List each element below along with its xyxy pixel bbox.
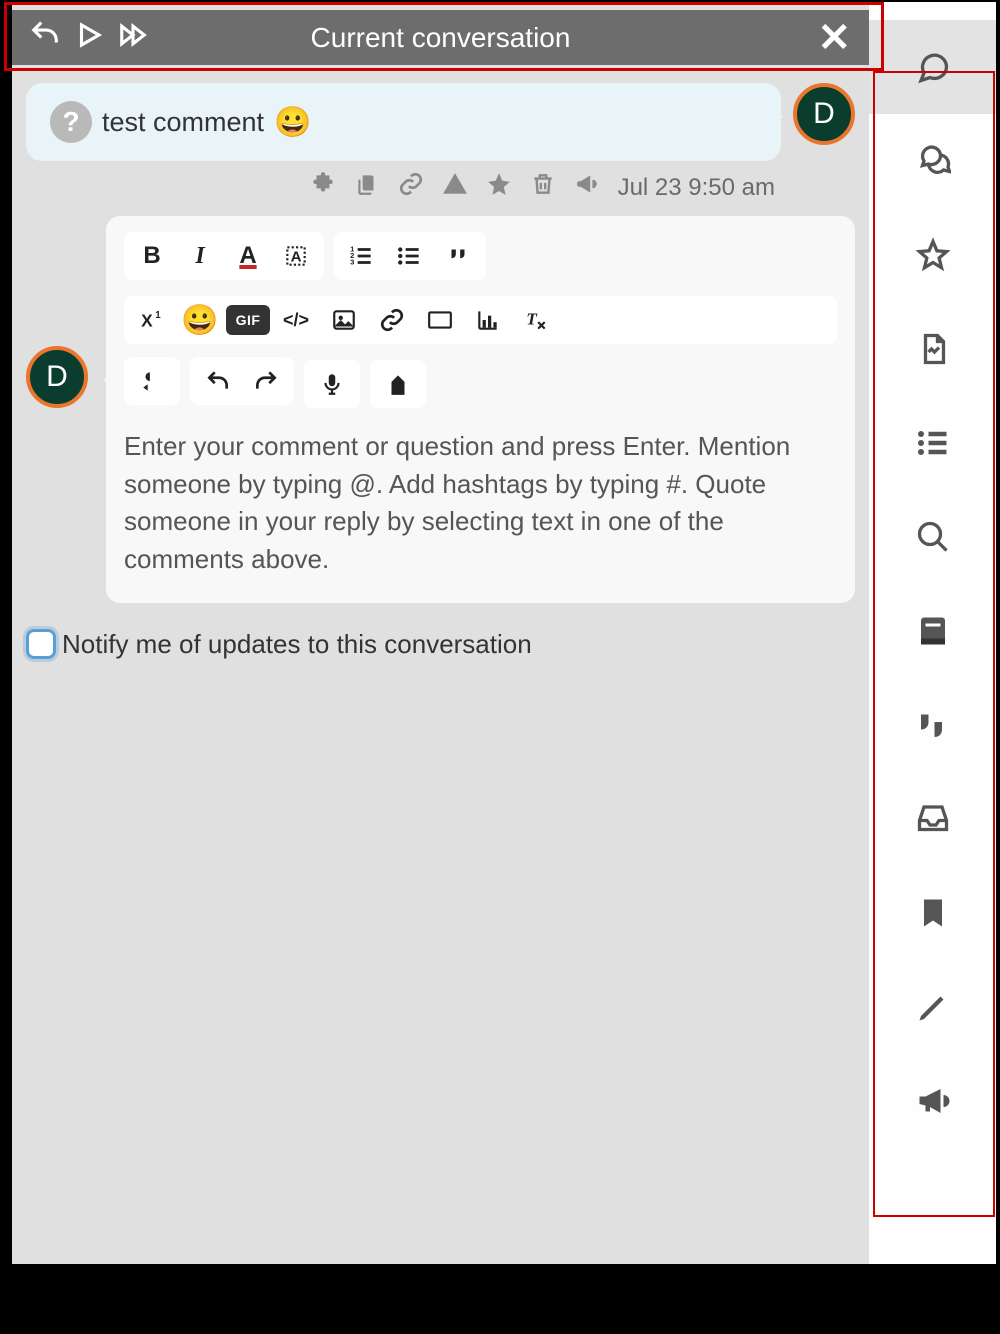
play-icon[interactable] <box>74 20 104 55</box>
svg-text:T: T <box>526 309 538 328</box>
star-fill-icon[interactable] <box>486 171 512 204</box>
video-button[interactable] <box>418 300 462 340</box>
editor-undo-button[interactable] <box>196 361 240 401</box>
side-search-button[interactable] <box>869 490 996 584</box>
code-button[interactable]: </> <box>274 300 318 340</box>
chart-button[interactable] <box>466 300 510 340</box>
ordered-list-button[interactable]: 123 <box>340 236 384 276</box>
side-nav <box>869 2 996 1264</box>
side-quotes-button[interactable] <box>869 678 996 772</box>
conversation-header: Current conversation ✕ <box>12 10 869 65</box>
side-pencil-button[interactable] <box>869 960 996 1054</box>
superscript-button[interactable]: X1 <box>130 300 174 340</box>
trash-icon[interactable] <box>530 171 556 204</box>
side-comments-button[interactable] <box>869 114 996 208</box>
comment-text: test comment <box>102 107 264 138</box>
emoji-button[interactable]: 😀 <box>178 300 222 340</box>
grin-emoji-icon: 😀 <box>274 105 311 140</box>
comment-meta: Jul 23 9:50 am <box>26 161 855 216</box>
direction-button[interactable] <box>130 361 174 401</box>
italic-button[interactable]: I <box>178 236 222 276</box>
comment-editor[interactable]: B I A A 123 X1 😀 GI <box>106 216 855 603</box>
svg-text:1: 1 <box>155 310 161 321</box>
image-button[interactable] <box>322 300 366 340</box>
blockquote-button[interactable] <box>436 236 480 276</box>
comment-timestamp: Jul 23 9:50 am <box>618 174 775 202</box>
editor-row: D B I A A 123 <box>26 216 855 603</box>
side-list-button[interactable] <box>869 396 996 490</box>
megaphone-icon[interactable] <box>574 171 600 204</box>
fast-forward-icon[interactable] <box>118 20 148 55</box>
undo-icon[interactable] <box>30 20 60 55</box>
gif-button[interactable]: GIF <box>226 305 270 335</box>
side-bookmark-button[interactable] <box>869 866 996 960</box>
link-button[interactable] <box>370 300 414 340</box>
comment-row: ? test comment 😀 D <box>26 83 855 161</box>
building-button[interactable] <box>376 364 420 404</box>
editor-toolbar: B I A A 123 X1 😀 GI <box>124 232 837 408</box>
avatar: D <box>26 346 88 408</box>
notify-label: Notify me of updates to this conversatio… <box>62 629 532 660</box>
editor-placeholder: Enter your comment or question and press… <box>124 428 837 579</box>
svg-text:A: A <box>291 248 302 265</box>
clear-format-button[interactable]: T <box>514 300 558 340</box>
close-icon[interactable]: ✕ <box>817 18 851 58</box>
side-comment-button[interactable] <box>869 20 996 114</box>
link-icon[interactable] <box>398 171 424 204</box>
warning-icon[interactable] <box>442 171 468 204</box>
svg-text:3: 3 <box>350 258 354 267</box>
bold-button[interactable]: B <box>130 236 174 276</box>
comment-bubble: ? test comment 😀 <box>26 83 781 161</box>
avatar[interactable]: D <box>793 83 855 145</box>
unordered-list-button[interactable] <box>388 236 432 276</box>
notify-row[interactable]: Notify me of updates to this conversatio… <box>26 629 855 660</box>
text-color-button[interactable]: A <box>226 236 270 276</box>
help-icon[interactable]: ? <box>50 101 92 143</box>
highlight-button[interactable]: A <box>274 236 318 276</box>
side-megaphone-button[interactable] <box>869 1054 996 1148</box>
side-image-button[interactable] <box>869 302 996 396</box>
side-inbox-button[interactable] <box>869 772 996 866</box>
microphone-button[interactable] <box>310 364 354 404</box>
svg-text:X: X <box>141 311 153 331</box>
side-addressbook-button[interactable] <box>869 584 996 678</box>
copy-icon[interactable] <box>354 171 380 204</box>
notify-checkbox[interactable] <box>26 629 56 659</box>
side-star-button[interactable] <box>869 208 996 302</box>
puzzle-icon[interactable] <box>310 171 336 204</box>
conversation-body: ? test comment 😀 D Jul 23 9:50 am <box>12 65 869 1264</box>
editor-redo-button[interactable] <box>244 361 288 401</box>
